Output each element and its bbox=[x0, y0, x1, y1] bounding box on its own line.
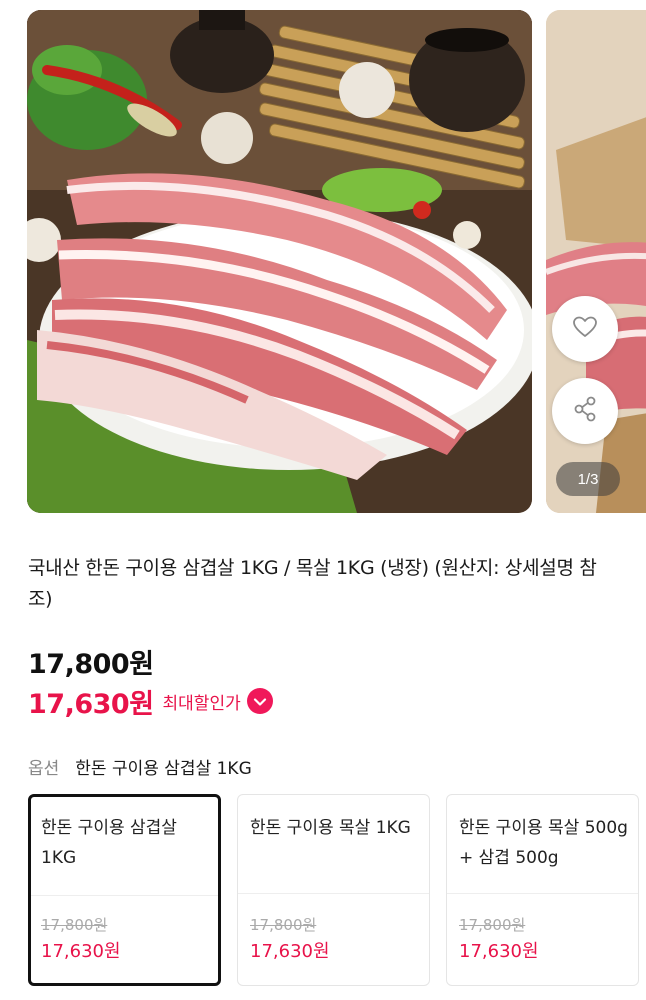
original-price: 17,800원 bbox=[28, 649, 154, 680]
option-card-list: 한돈 구이용 삼겹살 1KG 17,800원 17,630원 한돈 구이용 목살… bbox=[28, 794, 646, 994]
option-card-sale-price: 17,630원 bbox=[459, 941, 539, 962]
share-icon bbox=[572, 395, 598, 427]
max-discount-label[interactable]: 최대할인가 bbox=[163, 689, 241, 714]
option-card-old-price: 17,800원 bbox=[250, 916, 317, 934]
share-button[interactable] bbox=[552, 378, 618, 444]
product-main-image[interactable] bbox=[27, 10, 532, 513]
option-card-sale-price: 17,630원 bbox=[250, 941, 330, 962]
option-card-divider bbox=[447, 893, 638, 894]
sale-price: 17,630원 bbox=[28, 688, 154, 720]
option-card-pork-belly[interactable]: 한돈 구이용 삼겹살 1KG 17,800원 17,630원 bbox=[28, 794, 221, 986]
image-pager: 1/3 bbox=[556, 462, 620, 496]
option-selected-value: 한돈 구이용 삼겹살 1KG bbox=[75, 758, 252, 779]
product-image-gallery[interactable]: 1/3 bbox=[0, 0, 646, 520]
option-card-neck-belly-mix[interactable]: 한돈 구이용 목살 500g + 삼겹 500g 17,800원 17,630원 bbox=[446, 794, 639, 986]
option-label: 옵션 bbox=[28, 758, 60, 779]
discount-expand-button[interactable] bbox=[246, 688, 273, 714]
heart-icon bbox=[572, 315, 598, 343]
product-title: 국내산 한돈 구이용 삼겹살 1KG / 목살 1KG (냉장) (원산지: 상… bbox=[28, 557, 597, 610]
option-card-name: 한돈 구이용 삼겹살 1KG bbox=[41, 818, 177, 868]
option-card-old-price: 17,800원 bbox=[459, 916, 526, 934]
option-card-divider bbox=[238, 893, 429, 894]
option-card-sale-price: 17,630원 bbox=[41, 941, 121, 962]
option-card-name: 한돈 구이용 목살 500g + 삼겹 500g bbox=[459, 818, 628, 868]
option-card-pork-neck[interactable]: 한돈 구이용 목살 1KG 17,800원 17,630원 bbox=[237, 794, 430, 986]
option-card-old-price: 17,800원 bbox=[41, 916, 108, 934]
option-card-name: 한돈 구이용 목살 1KG bbox=[250, 818, 411, 838]
chevron-down-icon bbox=[253, 692, 267, 711]
like-button[interactable] bbox=[552, 296, 618, 362]
option-row: 옵션 한돈 구이용 삼겹살 1KG bbox=[28, 751, 252, 781]
sale-price-row: 17,630원 최대할인가 bbox=[28, 683, 273, 720]
option-card-divider bbox=[31, 895, 218, 896]
